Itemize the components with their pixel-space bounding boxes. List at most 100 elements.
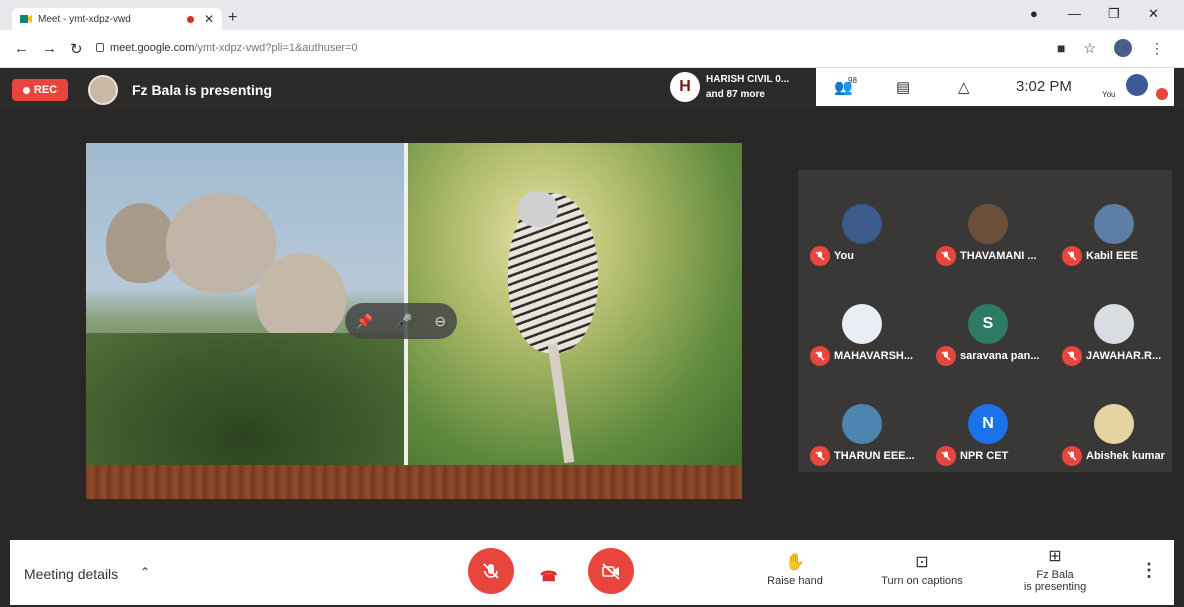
present-now-button[interactable]: ⊞ Fz Bala is presenting bbox=[1015, 546, 1095, 593]
harish-avatar: H bbox=[670, 72, 700, 102]
participant-avatar bbox=[1094, 204, 1134, 244]
record-indicator-icon: ● bbox=[1030, 6, 1038, 21]
clock: 3:02 PM bbox=[1016, 78, 1072, 95]
muted-mic-icon bbox=[936, 246, 956, 266]
participant-tile[interactable]: THAVAMANI ... bbox=[928, 174, 1048, 270]
reload-icon[interactable]: ↻ bbox=[70, 40, 83, 58]
participants-summary-more: and 87 more bbox=[706, 89, 765, 100]
chevron-up-icon[interactable]: ⌃ bbox=[140, 565, 150, 579]
participant-avatar bbox=[1094, 404, 1134, 444]
raise-hand-label: Raise hand bbox=[767, 575, 823, 587]
participant-name: THARUN EEE... bbox=[834, 450, 915, 462]
meet-favicon-icon bbox=[20, 15, 32, 23]
participant-avatar bbox=[968, 204, 1008, 244]
participant-tile[interactable]: Ssaravana pan... bbox=[928, 274, 1048, 370]
presentation-controls: 📌 🎤 ⊖ bbox=[345, 303, 457, 339]
participant-name: JAWAHAR.R... bbox=[1086, 350, 1162, 362]
participant-tile[interactable]: Kabil EEE bbox=[1054, 174, 1174, 270]
browser-tab[interactable]: Meet - ymt-xdpz-vwd ✕ bbox=[12, 8, 222, 30]
muted-mic-icon bbox=[1062, 346, 1082, 366]
self-avatar[interactable] bbox=[1126, 74, 1148, 96]
slide-image-falcon bbox=[408, 143, 742, 465]
perch-branch bbox=[547, 342, 575, 464]
new-tab-icon[interactable]: + bbox=[228, 9, 237, 27]
more-options-icon[interactable]: ⋮ bbox=[1140, 560, 1158, 581]
muted-mic-icon bbox=[810, 446, 830, 466]
self-muted-icon bbox=[1156, 88, 1168, 100]
url-field[interactable]: meet.google.com/ymt-xdpz-vwd?pli=1&authu… bbox=[110, 42, 358, 54]
activities-icon[interactable]: △ bbox=[958, 78, 970, 96]
address-bar-icons: ■ ☆ ⋮ bbox=[1057, 39, 1164, 57]
browser-menu-icon[interactable]: ⋮ bbox=[1150, 40, 1164, 57]
captions-icon: ⊡ bbox=[915, 554, 929, 571]
presenting-line2: is presenting bbox=[1023, 581, 1087, 593]
window-close-icon[interactable]: ✕ bbox=[1148, 6, 1159, 22]
presenting-title: Fz Bala is presenting bbox=[132, 82, 273, 98]
participant-avatar: N bbox=[968, 404, 1008, 444]
slide-wood-floor bbox=[86, 465, 742, 499]
mute-presenter-icon[interactable]: 🎤 bbox=[395, 313, 412, 330]
participant-tile[interactable]: You bbox=[802, 174, 922, 270]
url-host: meet.google.com bbox=[110, 42, 195, 54]
rec-label: REC bbox=[33, 84, 58, 96]
participant-name: You bbox=[834, 250, 854, 262]
participant-name: saravana pan... bbox=[960, 350, 1040, 362]
people-count: 98 bbox=[848, 76, 857, 85]
remove-icon[interactable]: ⊖ bbox=[434, 313, 446, 330]
address-bar: ← → ↻ meet.google.com/ymt-xdpz-vwd?pli=1… bbox=[0, 30, 1184, 68]
participant-tile[interactable]: MAHAVARSH... bbox=[802, 274, 922, 370]
participant-tile[interactable]: Abishek kumar bbox=[1054, 374, 1174, 470]
meeting-details-button[interactable]: Meeting details bbox=[24, 566, 118, 582]
rec-badge: REC bbox=[12, 79, 68, 101]
presenting-line1: Fz Bala bbox=[1036, 569, 1074, 581]
pin-icon[interactable]: 📌 bbox=[356, 313, 373, 330]
you-label: You bbox=[1102, 90, 1116, 99]
browser-tab-bar: Meet - ymt-xdpz-vwd ✕ + ● — ❐ ✕ bbox=[0, 0, 1184, 30]
present-screen-icon: ⊞ bbox=[1048, 548, 1062, 565]
hand-icon: ✋ bbox=[785, 554, 805, 571]
presenter-avatar bbox=[88, 75, 118, 105]
muted-mic-icon bbox=[1062, 246, 1082, 266]
forward-icon[interactable]: → bbox=[42, 40, 57, 57]
participant-avatar bbox=[842, 404, 882, 444]
mic-off-icon bbox=[483, 563, 499, 579]
participant-avatar bbox=[842, 204, 882, 244]
muted-mic-icon bbox=[1062, 446, 1082, 466]
participant-avatar: S bbox=[968, 304, 1008, 344]
camera-permission-icon[interactable]: ■ bbox=[1057, 40, 1065, 56]
participant-tile[interactable]: N NPR CET bbox=[928, 374, 1048, 470]
participant-tile[interactable]: THARUN EEE... bbox=[802, 374, 922, 470]
stork-shape bbox=[256, 253, 346, 343]
restore-icon[interactable]: ❐ bbox=[1108, 6, 1120, 22]
chat-icon[interactable]: ▤ bbox=[896, 78, 910, 96]
muted-mic-icon bbox=[810, 346, 830, 366]
participant-grid: You THAVAMANI ... Kabil EEE MAHAVARSH... Ssa… bbox=[798, 170, 1172, 472]
bookmark-star-icon[interactable]: ☆ bbox=[1083, 40, 1096, 57]
back-icon[interactable]: ← bbox=[14, 40, 29, 57]
participant-name: MAHAVARSH... bbox=[834, 350, 914, 362]
participants-summary[interactable]: HARISH CIVIL 0... and 87 more bbox=[706, 72, 789, 102]
participants-summary-name: HARISH CIVIL 0... bbox=[706, 74, 790, 85]
captions-label: Turn on captions bbox=[881, 575, 963, 587]
tab-title: Meet - ymt-xdpz-vwd bbox=[38, 13, 131, 25]
bottom-control-bar: Meeting details ⌃ ☎ ✋ Raise hand ⊡ Turn … bbox=[10, 540, 1174, 605]
camera-toggle-button[interactable] bbox=[588, 548, 634, 594]
participant-tile[interactable]: JAWAHAR.R... bbox=[1054, 274, 1174, 370]
hang-up-icon[interactable]: ☎ bbox=[540, 568, 557, 585]
url-path: /ymt-xdpz-vwd?pli=1&authuser=0 bbox=[194, 42, 358, 54]
camera-off-icon bbox=[602, 563, 620, 580]
tree-foliage bbox=[86, 333, 404, 465]
profile-avatar[interactable] bbox=[1114, 39, 1132, 57]
lock-icon bbox=[96, 43, 104, 52]
captions-button[interactable]: ⊡ Turn on captions bbox=[872, 552, 972, 587]
rec-dot-icon bbox=[22, 86, 30, 94]
minimize-icon[interactable]: — bbox=[1068, 6, 1081, 21]
close-tab-icon[interactable]: ✕ bbox=[204, 12, 214, 26]
microphone-toggle-button[interactable] bbox=[468, 548, 514, 594]
participant-avatar bbox=[842, 304, 882, 344]
muted-mic-icon bbox=[936, 446, 956, 466]
participant-avatar bbox=[1094, 304, 1134, 344]
falcon-head bbox=[518, 191, 558, 227]
participant-name: NPR CET bbox=[960, 450, 1009, 462]
raise-hand-button[interactable]: ✋ Raise hand bbox=[760, 552, 830, 587]
